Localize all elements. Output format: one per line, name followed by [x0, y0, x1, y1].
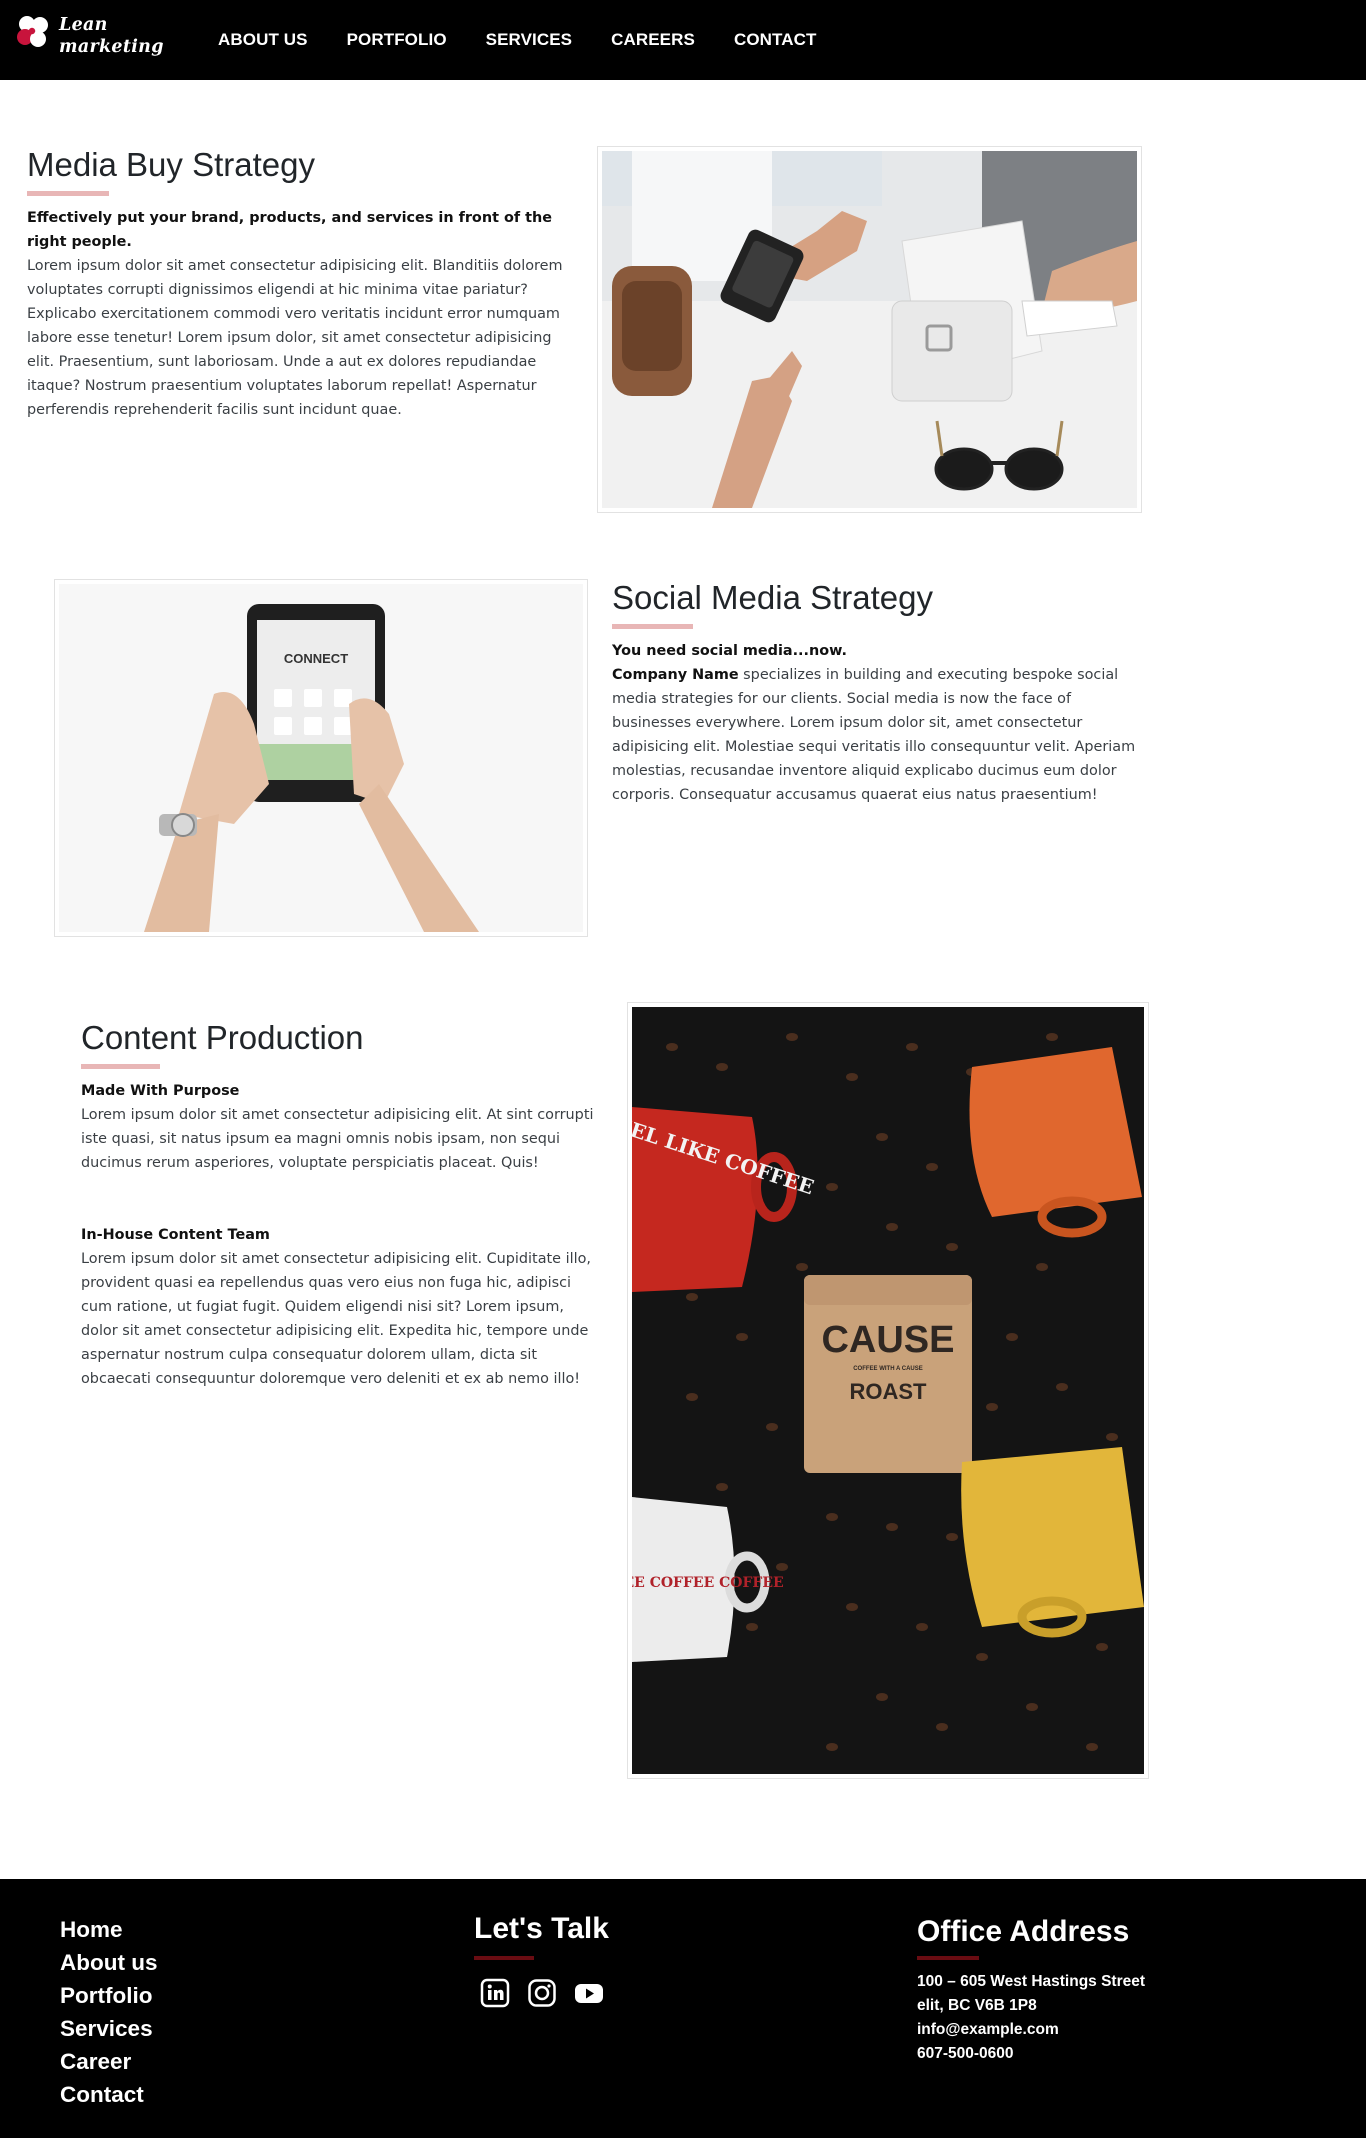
payment-terminal-image — [602, 151, 1137, 508]
media-buy-title: Media Buy Strategy — [27, 146, 315, 183]
nav-careers[interactable]: CAREERS — [611, 30, 695, 50]
media-buy-text: Effectively put your brand, products, an… — [27, 206, 567, 422]
media-buy-lead: Effectively put your brand, products, an… — [27, 210, 552, 250]
mug-b-text: COFFEE COFFEE COFFEE — [632, 1575, 784, 1591]
in-house-team-text: In-House Content Team Lorem ipsum dolor … — [81, 1223, 601, 1391]
in-house-team-body: Lorem ipsum dolor sit amet consectetur a… — [81, 1251, 591, 1387]
made-with-purpose-text: Made With Purpose Lorem ipsum dolor sit … — [81, 1079, 601, 1175]
main-nav: ABOUT US PORTFOLIO SERVICES CAREERS CONT… — [218, 0, 855, 80]
social-links — [480, 1978, 621, 2008]
brand-wordmark: Lean marketing — [59, 14, 164, 58]
office-address-underline — [917, 1956, 979, 1960]
tablet-connect-image: CONNECT — [59, 584, 583, 932]
company-name: Company Name — [612, 667, 739, 683]
social-media-underline — [612, 624, 693, 629]
lets-talk-underline — [474, 1956, 534, 1960]
footer-nav: Home About us Portfolio Services Career … — [60, 1913, 157, 2111]
brand-line2: marketing — [59, 37, 164, 57]
nav-about-us[interactable]: ABOUT US — [218, 30, 308, 50]
social-media-body: specializes in building and executing be… — [612, 667, 1136, 803]
navbar: Lean marketing ABOUT US PORTFOLIO SERVIC… — [0, 0, 1366, 80]
nav-services[interactable]: SERVICES — [486, 30, 572, 50]
payment-photo — [597, 146, 1142, 513]
footer-link-career[interactable]: Career — [60, 2045, 157, 2078]
email-link[interactable]: info@example.com — [917, 2018, 1145, 2042]
bag-subtitle: COFFEE WITH A CAUSE — [853, 1366, 923, 1372]
footer-link-about[interactable]: About us — [60, 1946, 157, 1979]
content-production-underline — [81, 1064, 160, 1069]
brand-logo[interactable]: Lean marketing — [14, 12, 164, 64]
footer-link-services[interactable]: Services — [60, 2012, 157, 2045]
tablet-screen-text: CONNECT — [284, 651, 348, 666]
social-media-lead: You need social media...now. — [612, 643, 847, 659]
office-address-title: Office Address — [917, 1915, 1130, 1948]
media-buy-underline — [27, 191, 109, 196]
coffee-mugs-image: I FEEL LIKE COFFEE CAUSE COFFEE WITH A C… — [632, 1007, 1144, 1774]
address-line-2: elit, BC V6B 1P8 — [917, 1997, 1037, 2014]
social-media-text: You need social media...now. Company Nam… — [612, 639, 1144, 807]
footer-link-home[interactable]: Home — [60, 1913, 157, 1946]
nav-portfolio[interactable]: PORTFOLIO — [347, 30, 447, 50]
media-buy-body: Lorem ipsum dolor sit amet consectetur a… — [27, 258, 563, 418]
footer: Home About us Portfolio Services Career … — [0, 1879, 1366, 2138]
made-with-purpose-body: Lorem ipsum dolor sit amet consectetur a… — [81, 1107, 594, 1171]
linkedin-icon[interactable] — [480, 1978, 510, 2008]
coffee-photo: I FEEL LIKE COFFEE CAUSE COFFEE WITH A C… — [627, 1002, 1149, 1779]
instagram-icon[interactable] — [527, 1978, 557, 2008]
footer-link-contact[interactable]: Contact — [60, 2078, 157, 2111]
footer-link-portfolio[interactable]: Portfolio — [60, 1979, 157, 2012]
brand-line1: Lean — [59, 15, 108, 35]
lets-talk-title: Let's Talk — [474, 1912, 609, 1945]
office-address: 100 – 605 West Hastings Street elit, BC … — [917, 1970, 1145, 2066]
tablet-photo: CONNECT — [54, 579, 588, 937]
youtube-icon[interactable] — [574, 1978, 604, 2008]
nav-contact[interactable]: CONTACT — [734, 30, 817, 50]
content-production-title: Content Production — [81, 1019, 364, 1056]
flower-logo-icon — [17, 16, 48, 47]
bag-title: CAUSE — [821, 1319, 954, 1361]
phone-number[interactable]: 607-500-0600 — [917, 2042, 1145, 2066]
social-media-title: Social Media Strategy — [612, 579, 933, 616]
made-with-purpose-lead: Made With Purpose — [81, 1083, 240, 1099]
address-line-1: 100 – 605 West Hastings Street — [917, 1973, 1146, 1990]
bag-roast: ROAST — [850, 1379, 928, 1404]
in-house-team-lead: In-House Content Team — [81, 1227, 270, 1243]
